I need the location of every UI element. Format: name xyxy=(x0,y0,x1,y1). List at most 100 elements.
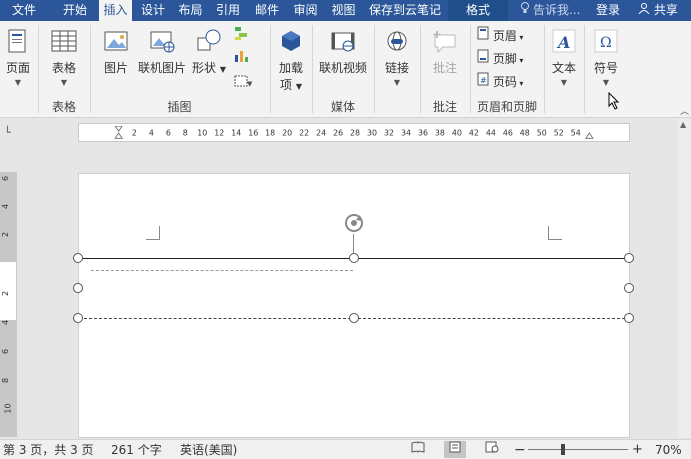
online-video-label: 联机视频 xyxy=(318,61,367,75)
tab-home[interactable]: 开始 xyxy=(52,0,98,21)
tab-layout[interactable]: 布局 xyxy=(174,0,207,21)
comment-icon xyxy=(431,27,459,55)
header-button[interactable]: 页眉 ▾ xyxy=(477,26,523,46)
tab-insert[interactable]: 插入 xyxy=(99,0,132,21)
link-button[interactable]: 链接 ▼ xyxy=(378,27,416,87)
ruler-number: 2 xyxy=(132,129,137,138)
illustrations-group-label: 插图 xyxy=(167,100,192,114)
symbol-button[interactable]: Ω 符号 ▼ xyxy=(590,27,622,87)
tab-references[interactable]: 引用 xyxy=(211,0,245,21)
vruler-number: 4 xyxy=(1,319,11,326)
ruler-number: 54 xyxy=(571,129,581,138)
footer-button[interactable]: 页脚 ▾ xyxy=(477,49,523,69)
ruler-number: 8 xyxy=(183,129,188,138)
ribbon-tab-bar: 文件 开始 插入 设计 布局 引用 邮件 审阅 视图 保存到云笔记 格式 告诉我… xyxy=(0,0,691,21)
link-icon xyxy=(383,27,411,55)
ruler-number: 20 xyxy=(282,129,292,138)
tab-mailings[interactable]: 邮件 xyxy=(249,0,285,21)
web-layout-icon[interactable] xyxy=(481,441,503,458)
collapse-ribbon-icon[interactable]: ︿ xyxy=(680,104,689,117)
ruler-number: 10 xyxy=(197,129,207,138)
tab-save-to-cloud-note[interactable]: 保存到云笔记 xyxy=(365,0,445,21)
svg-text:Ω: Ω xyxy=(600,35,612,51)
picture-button[interactable]: 图片 xyxy=(99,27,133,76)
page-count[interactable]: 第 3 页，共 3 页 xyxy=(3,440,94,459)
zoom-slider[interactable] xyxy=(528,449,628,450)
header-shape-selection[interactable] xyxy=(79,258,630,319)
resize-handle[interactable] xyxy=(624,283,634,293)
resize-handle[interactable] xyxy=(73,313,83,323)
chevron-down-icon: ▼ xyxy=(14,78,22,87)
horizontal-ruler[interactable]: 2 4 6 8 10 12 14 16 18 20 22 24 26 28 30 32 34 36 38 40 42 44… xyxy=(78,123,630,142)
language-indicator[interactable]: 英语(美国) xyxy=(180,440,237,459)
resize-handle[interactable] xyxy=(349,313,359,323)
vertical-ruler[interactable]: 6 4 2 2 4 6 8 10 xyxy=(0,172,17,437)
zoom-level[interactable]: 70% xyxy=(655,440,682,459)
zoom-in-icon[interactable]: + xyxy=(632,440,643,459)
picture-label: 图片 xyxy=(103,61,128,75)
rotate-handle-icon[interactable] xyxy=(343,212,365,237)
ruler-number: 52 xyxy=(554,129,564,138)
smartart-button[interactable] xyxy=(233,25,249,45)
group-separator xyxy=(544,25,545,113)
pages-label: 页面 xyxy=(5,61,30,75)
vertical-scrollbar[interactable]: ▲ xyxy=(678,118,691,438)
comment-button[interactable]: 批注 xyxy=(427,27,463,76)
page-number-button[interactable]: # 页码 ▾ xyxy=(477,72,523,92)
ruler-number: 26 xyxy=(333,129,343,138)
ruler-number: 18 xyxy=(265,129,275,138)
pages-button[interactable]: 页面 ▼ xyxy=(3,27,33,87)
read-mode-icon[interactable] xyxy=(407,441,429,458)
tab-view[interactable]: 视图 xyxy=(326,0,361,21)
print-layout-icon[interactable] xyxy=(444,441,466,458)
shapes-button[interactable]: 形状 ▼ xyxy=(191,27,227,76)
indent-marker[interactable] xyxy=(114,126,123,139)
resize-handle[interactable] xyxy=(624,253,634,263)
text-button[interactable]: A 文本 ▼ xyxy=(548,27,580,87)
resize-handle[interactable] xyxy=(349,253,359,263)
ruler-number: 50 xyxy=(537,129,547,138)
share-button[interactable]: 共享 xyxy=(638,0,678,21)
tab-format[interactable]: 格式 xyxy=(448,0,508,21)
right-indent-marker[interactable] xyxy=(585,132,594,139)
ruler-number: 42 xyxy=(469,129,479,138)
tell-me-box[interactable]: 告诉我... xyxy=(520,0,580,21)
ruler-number: 46 xyxy=(503,129,513,138)
document-page[interactable] xyxy=(73,173,634,438)
screenshot-button[interactable]: ▼ xyxy=(233,73,253,93)
header-footer-group: 页眉 ▾ 页脚 ▾ # 页码 ▾ 页眉和页脚 xyxy=(471,21,543,118)
table-group: 表格 ▼ 表格 xyxy=(39,21,89,118)
ribbon-insert: 页面 ▼ 表格 ▼ 表格 图片 联机图片 形状 ▼ ▼ 插图 加载 项 ▼ 联机… xyxy=(0,21,691,118)
zoom-out-icon[interactable]: − xyxy=(514,440,526,459)
tab-file[interactable]: 文件 xyxy=(0,0,48,21)
word-count[interactable]: 261 个字 xyxy=(111,440,162,459)
online-picture-label: 联机图片 xyxy=(137,61,186,75)
chart-button[interactable] xyxy=(233,47,249,67)
online-video-button[interactable]: 联机视频 xyxy=(317,27,369,76)
share-label: 共享 xyxy=(653,3,678,17)
resize-handle[interactable] xyxy=(73,253,83,263)
zoom-slider-thumb[interactable] xyxy=(561,444,565,455)
group-separator xyxy=(584,25,585,113)
svg-text:▼: ▼ xyxy=(247,80,253,88)
media-group: 联机视频 媒体 xyxy=(313,21,373,118)
tab-selector[interactable]: └ xyxy=(0,118,20,162)
chevron-down-icon: ▼ xyxy=(560,78,568,87)
vruler-number: 4 xyxy=(1,203,11,210)
tab-design[interactable]: 设计 xyxy=(136,0,170,21)
group-separator xyxy=(374,25,375,113)
ruler-number: 38 xyxy=(435,129,445,138)
word-window: 文件 开始 插入 设计 布局 引用 邮件 审阅 视图 保存到云笔记 格式 告诉我… xyxy=(0,0,691,459)
scroll-up-icon[interactable]: ▲ xyxy=(680,120,686,129)
header-footer-group-label: 页眉和页脚 xyxy=(476,100,537,114)
ruler-number: 28 xyxy=(350,129,360,138)
online-picture-icon xyxy=(148,27,176,55)
table-button[interactable]: 表格 ▼ xyxy=(49,27,79,87)
resize-handle[interactable] xyxy=(73,283,83,293)
login-button[interactable]: 登录 xyxy=(596,0,620,21)
resize-handle[interactable] xyxy=(624,313,634,323)
addins-button[interactable]: 加载 项 ▼ xyxy=(274,27,308,93)
tab-review[interactable]: 审阅 xyxy=(288,0,323,21)
pages-icon xyxy=(4,27,32,55)
online-picture-button[interactable]: 联机图片 xyxy=(137,27,187,76)
